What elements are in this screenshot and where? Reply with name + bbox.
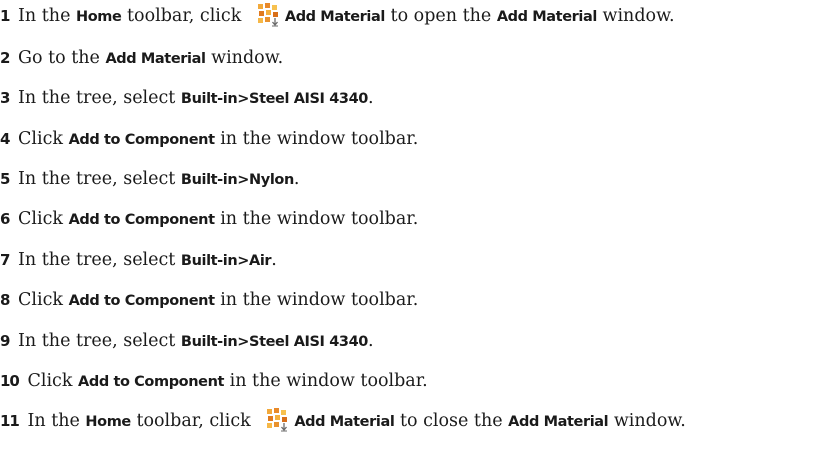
step-text: Click bbox=[27, 371, 79, 391]
step-number: 9 bbox=[0, 332, 10, 350]
ui-term-home: Home bbox=[85, 414, 131, 430]
step-number: 8 bbox=[0, 291, 10, 309]
ui-term-tree-path: Built-in>Nylon bbox=[180, 172, 294, 188]
step-text: toolbar, click bbox=[130, 411, 257, 431]
step-text: Go to the bbox=[18, 48, 106, 68]
step-number: 5 bbox=[0, 170, 10, 188]
ui-term-home: Home bbox=[75, 9, 122, 25]
step-text: In the tree, select bbox=[18, 169, 181, 189]
step-number: 6 bbox=[0, 210, 10, 228]
ui-term-add-to-component: Add to Component bbox=[68, 293, 215, 309]
step-number: 10 bbox=[0, 372, 20, 390]
step-number: 2 bbox=[0, 49, 10, 67]
ui-term-tree-path: Built-in>Steel AISI 4340 bbox=[180, 91, 368, 107]
step-text: In the bbox=[18, 6, 76, 26]
step-1: 1 In the Home toolbar, click Add Materia… bbox=[0, 1, 675, 31]
step-text: Click bbox=[18, 290, 69, 310]
ui-term-add-to-component: Add to Component bbox=[68, 212, 215, 228]
step-text: . bbox=[271, 250, 277, 270]
step-text: Click bbox=[18, 209, 69, 229]
step-text: window. bbox=[596, 6, 675, 26]
step-text: toolbar, click bbox=[121, 6, 247, 26]
ui-term-add-to-component: Add to Component bbox=[78, 374, 225, 390]
step-number: 7 bbox=[0, 251, 10, 269]
step-7: 7 In the tree, select Built-in>Air. bbox=[0, 245, 277, 275]
step-text: to open the bbox=[384, 6, 497, 26]
step-text: window. bbox=[205, 48, 284, 68]
step-text: window. bbox=[608, 411, 686, 431]
ui-term-add-material: Add Material bbox=[496, 9, 597, 25]
step-text: in the window toolbar. bbox=[214, 209, 419, 229]
step-5: 5 In the tree, select Built-in>Nylon. bbox=[0, 164, 299, 194]
ui-term-add-material: Add Material bbox=[294, 414, 395, 430]
step-text: in the window toolbar. bbox=[214, 290, 419, 310]
ui-term-tree-path: Built-in>Steel AISI 4340 bbox=[180, 334, 368, 350]
step-text: In the bbox=[27, 411, 86, 431]
ui-term-add-material: Add Material bbox=[508, 414, 609, 430]
step-text: . bbox=[293, 169, 300, 189]
ui-term-add-material: Add Material bbox=[284, 9, 385, 25]
ui-term-tree-path: Built-in>Air bbox=[180, 253, 272, 269]
step-number: 11 bbox=[0, 412, 20, 430]
step-3: 3 In the tree, select Built-in>Steel AIS… bbox=[0, 83, 374, 113]
step-number: 3 bbox=[0, 89, 10, 107]
step-10: 10 Click Add to Component in the window … bbox=[0, 366, 428, 396]
step-text: in the window toolbar. bbox=[214, 129, 419, 149]
step-text: to close the bbox=[394, 411, 509, 431]
step-6: 6 Click Add to Component in the window t… bbox=[0, 204, 418, 234]
step-text: . bbox=[367, 88, 374, 108]
step-8: 8 Click Add to Component in the window t… bbox=[0, 285, 418, 315]
step-9: 9 In the tree, select Built-in>Steel AIS… bbox=[0, 326, 374, 356]
step-number: 1 bbox=[0, 7, 10, 25]
add-material-icon bbox=[257, 3, 281, 27]
step-4: 4 Click Add to Component in the window t… bbox=[0, 124, 418, 154]
add-material-icon bbox=[266, 408, 290, 432]
ui-term-add-material: Add Material bbox=[105, 51, 206, 67]
step-number: 4 bbox=[0, 130, 10, 148]
step-2: 2 Go to the Add Material window. bbox=[0, 43, 283, 73]
step-text: in the window toolbar. bbox=[224, 371, 428, 391]
step-text: In the tree, select bbox=[18, 250, 181, 270]
step-text: In the tree, select bbox=[18, 88, 181, 108]
step-text: In the tree, select bbox=[18, 331, 181, 351]
step-11: 11 In the Home toolbar, click Add Materi… bbox=[0, 406, 686, 436]
step-text: Click bbox=[18, 129, 69, 149]
ui-term-add-to-component: Add to Component bbox=[68, 132, 215, 148]
step-text: . bbox=[367, 331, 374, 351]
